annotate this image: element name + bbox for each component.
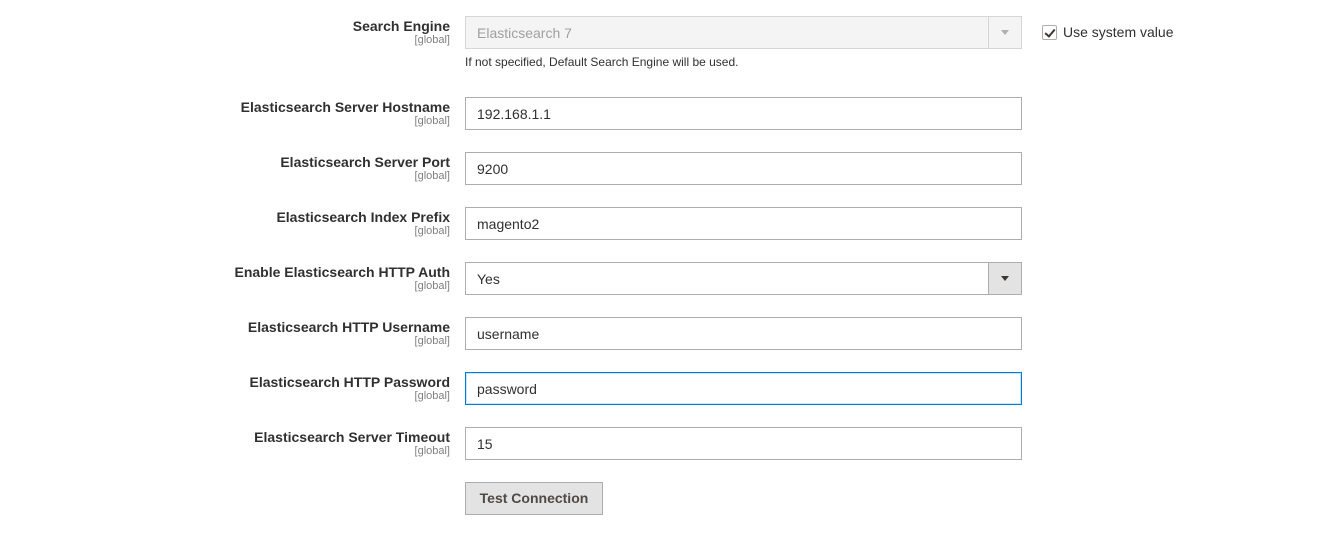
port-input[interactable]: 9200 — [465, 152, 1022, 185]
test-connection-button[interactable]: Test Connection — [465, 482, 603, 515]
search-engine-label-group: Search Engine [global] — [353, 17, 450, 46]
timeout-label-group: Elasticsearch Server Timeout [global] — [254, 428, 450, 457]
timeout-input[interactable]: 15 — [465, 427, 1022, 460]
hostname-label: Elasticsearch Server Hostname — [240, 99, 450, 115]
hostname-input[interactable]: 192.168.1.1 — [465, 97, 1022, 130]
chevron-down-icon — [1001, 30, 1009, 35]
http-auth-select[interactable]: Yes — [465, 262, 1022, 295]
hostname-value: 192.168.1.1 — [477, 106, 551, 122]
check-icon — [1044, 26, 1056, 38]
search-engine-select[interactable]: Elasticsearch 7 — [465, 16, 1022, 49]
http-auth-label: Enable Elasticsearch HTTP Auth — [234, 264, 450, 280]
use-system-value-checkbox[interactable] — [1042, 25, 1057, 40]
chevron-down-icon — [1001, 276, 1009, 281]
username-value: username — [477, 326, 540, 342]
index-prefix-value: magento2 — [477, 216, 540, 232]
password-input[interactable]: password — [465, 372, 1022, 405]
http-auth-scope: [global] — [414, 280, 450, 292]
password-label-group: Elasticsearch HTTP Password [global] — [250, 373, 451, 402]
username-input[interactable]: username — [465, 317, 1022, 350]
use-system-value-label[interactable]: Use system value — [1063, 24, 1173, 41]
password-label: Elasticsearch HTTP Password — [249, 374, 451, 390]
port-value: 9200 — [477, 161, 509, 177]
timeout-value: 15 — [477, 436, 493, 452]
username-label: Elasticsearch HTTP Username — [247, 319, 450, 335]
hostname-label-group: Elasticsearch Server Hostname [global] — [241, 98, 450, 127]
search-engine-dropdown-toggle — [988, 17, 1021, 48]
index-prefix-scope: [global] — [414, 225, 450, 237]
index-prefix-label: Elasticsearch Index Prefix — [276, 209, 450, 225]
index-prefix-label-group: Elasticsearch Index Prefix [global] — [276, 208, 450, 237]
hostname-scope: [global] — [414, 115, 450, 127]
timeout-label: Elasticsearch Server Timeout — [254, 429, 450, 445]
username-scope: [global] — [414, 335, 450, 347]
http-auth-dropdown-toggle[interactable] — [988, 263, 1021, 294]
search-engine-note: If not specified, Default Search Engine … — [465, 55, 739, 69]
search-engine-scope: [global] — [414, 34, 450, 46]
username-label-group: Elasticsearch HTTP Username [global] — [248, 318, 450, 347]
password-value: password — [477, 381, 537, 397]
port-scope: [global] — [414, 170, 450, 182]
search-engine-value: Elasticsearch 7 — [477, 25, 572, 41]
timeout-scope: [global] — [414, 445, 450, 457]
port-label-group: Elasticsearch Server Port [global] — [280, 153, 450, 182]
index-prefix-input[interactable]: magento2 — [465, 207, 1022, 240]
password-scope: [global] — [414, 390, 450, 402]
http-auth-label-group: Enable Elasticsearch HTTP Auth [global] — [234, 263, 450, 292]
search-engine-label: Search Engine — [352, 18, 450, 34]
port-label: Elasticsearch Server Port — [280, 154, 450, 170]
http-auth-value: Yes — [477, 271, 500, 287]
